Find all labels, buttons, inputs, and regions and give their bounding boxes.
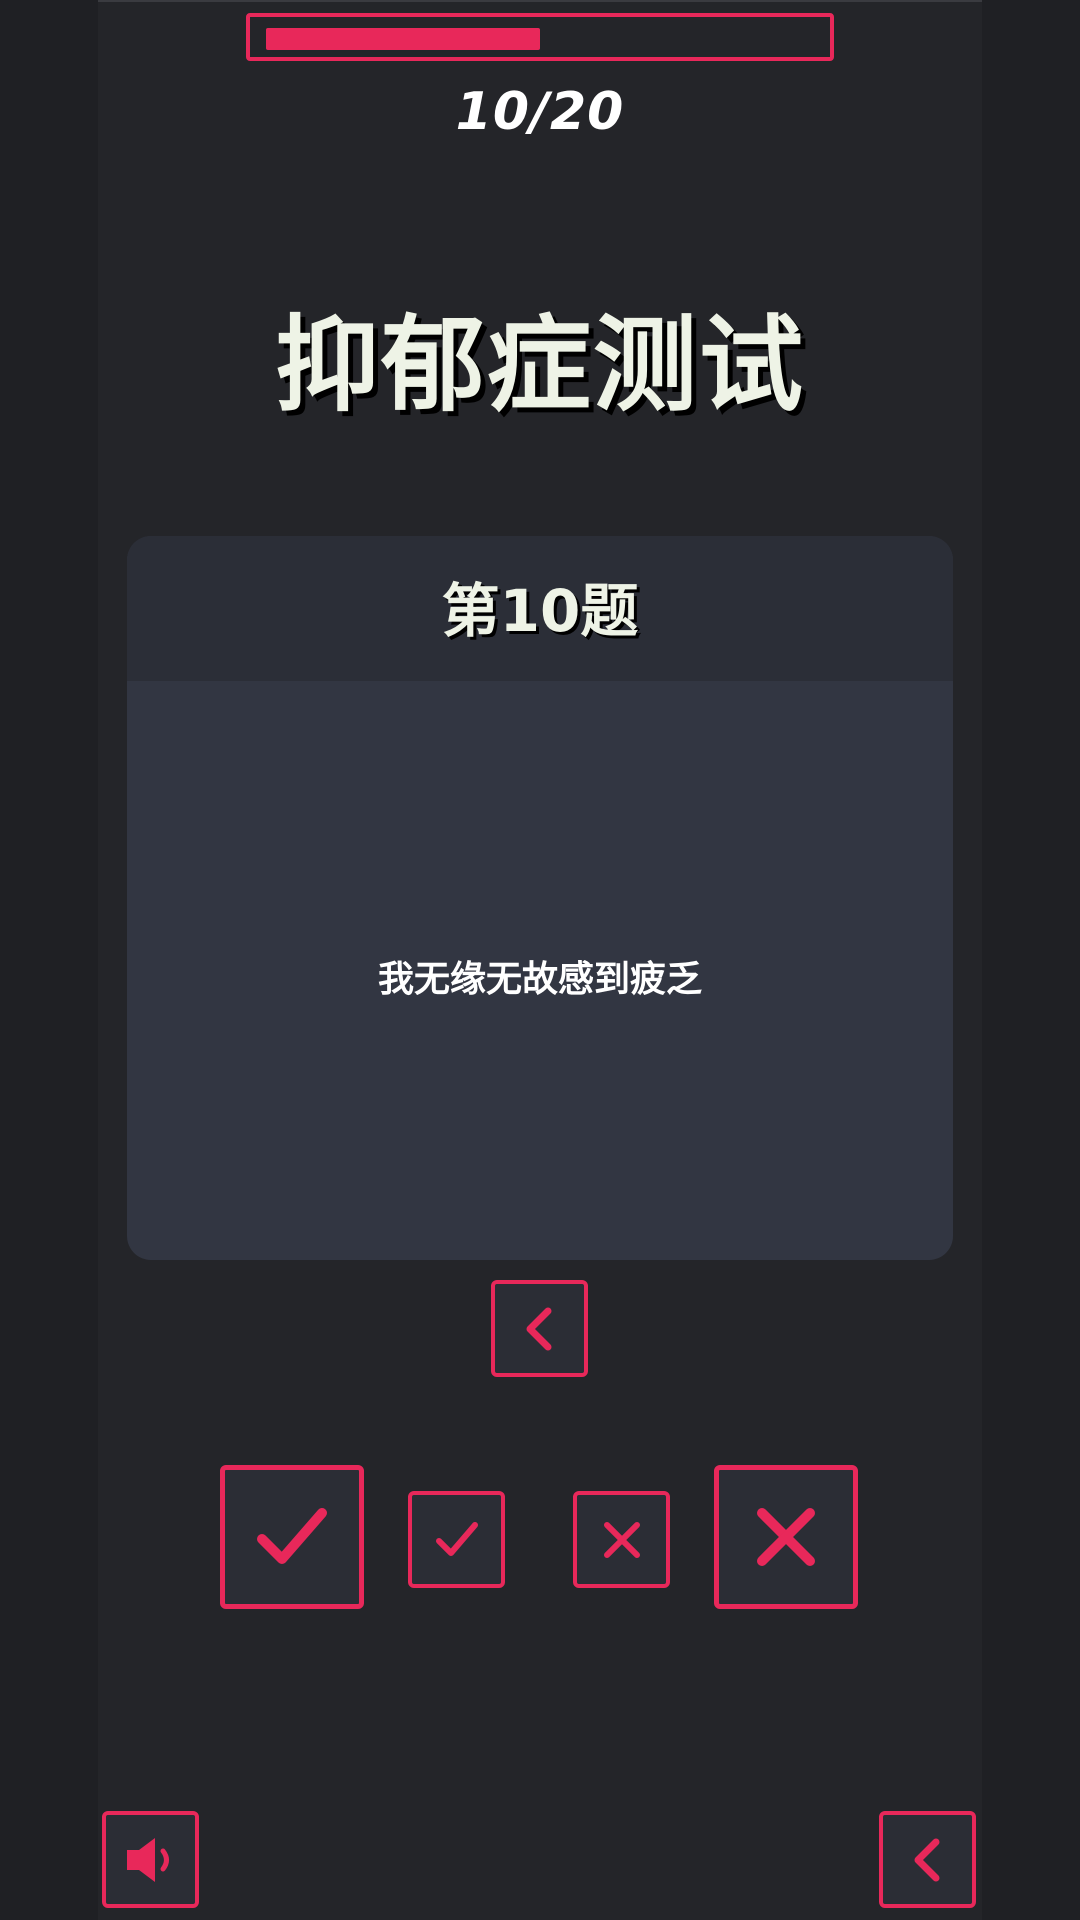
chevron-left-icon	[914, 1838, 939, 1881]
question-card: 第10题 我无缘无故感到疲乏	[127, 536, 953, 1260]
progress-bar	[246, 13, 834, 61]
question-text: 我无缘无故感到疲乏	[377, 959, 702, 1000]
back-button[interactable]	[879, 1811, 976, 1908]
close-icon	[757, 1508, 815, 1566]
check-icon	[435, 1521, 478, 1556]
check-icon	[257, 1508, 327, 1564]
question-number: 第10题	[441, 577, 639, 645]
disagree-button[interactable]	[573, 1491, 670, 1588]
page-title: 抑郁症测试	[274, 304, 805, 426]
strongly-disagree-button[interactable]	[714, 1465, 858, 1609]
close-icon	[603, 1521, 640, 1558]
progress-bar-fill	[266, 28, 540, 50]
chevron-left-icon	[526, 1307, 551, 1350]
sound-toggle-button[interactable]	[102, 1811, 199, 1908]
agree-button[interactable]	[408, 1491, 505, 1588]
strongly-agree-button[interactable]	[220, 1465, 364, 1609]
question-header: 第10题	[127, 536, 953, 681]
previous-question-button[interactable]	[491, 1280, 588, 1377]
speaker-icon	[126, 1837, 169, 1882]
progress-count: 10/20	[455, 82, 625, 142]
